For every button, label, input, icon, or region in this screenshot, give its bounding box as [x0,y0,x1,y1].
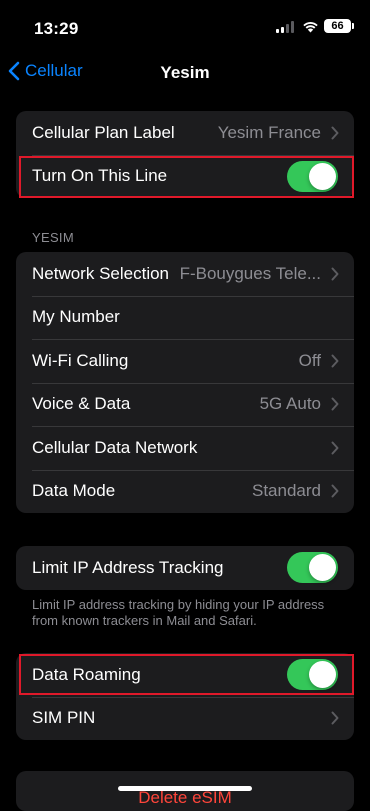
toggle-knob [309,554,336,582]
status-time: 13:29 [34,19,79,38]
voice-data-label: Voice & Data [32,394,131,414]
chevron-right-icon [331,397,339,411]
battery-icon: 66 [324,19,354,33]
data-mode-row[interactable]: Data Mode Standard [16,469,354,514]
my-number-row[interactable]: My Number [16,295,354,340]
data-roaming-toggle[interactable] [287,659,338,691]
voice-data-value: 5G Auto [259,394,321,414]
limit-ip-label: Limit IP Address Tracking [32,557,224,577]
sim-pin-row[interactable]: SIM PIN [16,696,354,741]
cellular-plan-label-label: Cellular Plan Label [32,122,175,142]
network-selection-label: Network Selection [32,263,170,283]
my-number-label: My Number [32,307,120,327]
turn-on-line-label: Turn On This Line [32,166,168,186]
data-mode-value: Standard [252,481,321,501]
signal-icon [276,21,296,33]
toggle-knob [309,661,336,689]
data-roaming-row: Data Roaming [16,653,354,697]
delete-esim-button[interactable]: Delete eSIM [16,771,354,811]
home-indicator [118,786,252,791]
chevron-right-icon [331,126,339,140]
limit-ip-toggle[interactable] [287,552,338,584]
wifi-calling-value: Off [298,350,321,370]
chevron-right-icon [331,441,339,455]
yesim-settings-group: Network Selection F-Bouygues Tele... My … [16,252,354,513]
network-selection-value: F-Bouygues Tele... [179,263,321,283]
network-selection-row[interactable]: Network Selection F-Bouygues Tele... [16,252,354,296]
navigation-bar: Cellular Yesim [0,54,370,90]
data-mode-label: Data Mode [32,481,116,501]
section-header-yesim: YESIM [32,230,74,245]
roaming-group: Data Roaming SIM PIN [16,653,354,740]
cellular-plan-label-value: Yesim France [217,122,321,142]
sim-pin-label: SIM PIN [32,708,96,728]
limit-ip-footer: Limit IP address tracking by hiding your… [32,597,325,628]
voice-data-row[interactable]: Voice & Data 5G Auto [16,382,354,427]
turn-on-line-row: Turn On This Line [16,154,354,199]
cellular-plan-label-row[interactable]: Cellular Plan Label Yesim France [16,111,354,155]
wifi-calling-label: Wi-Fi Calling [32,350,129,370]
toggle-knob [309,162,336,190]
chevron-right-icon [331,267,339,281]
chevron-right-icon [331,484,339,498]
plan-group: Cellular Plan Label Yesim France Turn On… [16,111,354,198]
chevron-right-icon [331,711,339,725]
limit-ip-row: Limit IP Address Tracking [16,546,354,590]
turn-on-line-toggle[interactable] [287,160,338,192]
chevron-right-icon [331,354,339,368]
cellular-data-network-label: Cellular Data Network [32,437,198,457]
page-title: Yesim [160,63,210,82]
wifi-icon [303,22,318,33]
status-bar: 13:29 66 [0,0,370,54]
limit-ip-group: Limit IP Address Tracking [16,546,354,590]
cellular-data-network-row[interactable]: Cellular Data Network [16,426,354,470]
data-roaming-label: Data Roaming [32,664,141,684]
wifi-calling-row[interactable]: Wi-Fi Calling Off [16,339,354,383]
